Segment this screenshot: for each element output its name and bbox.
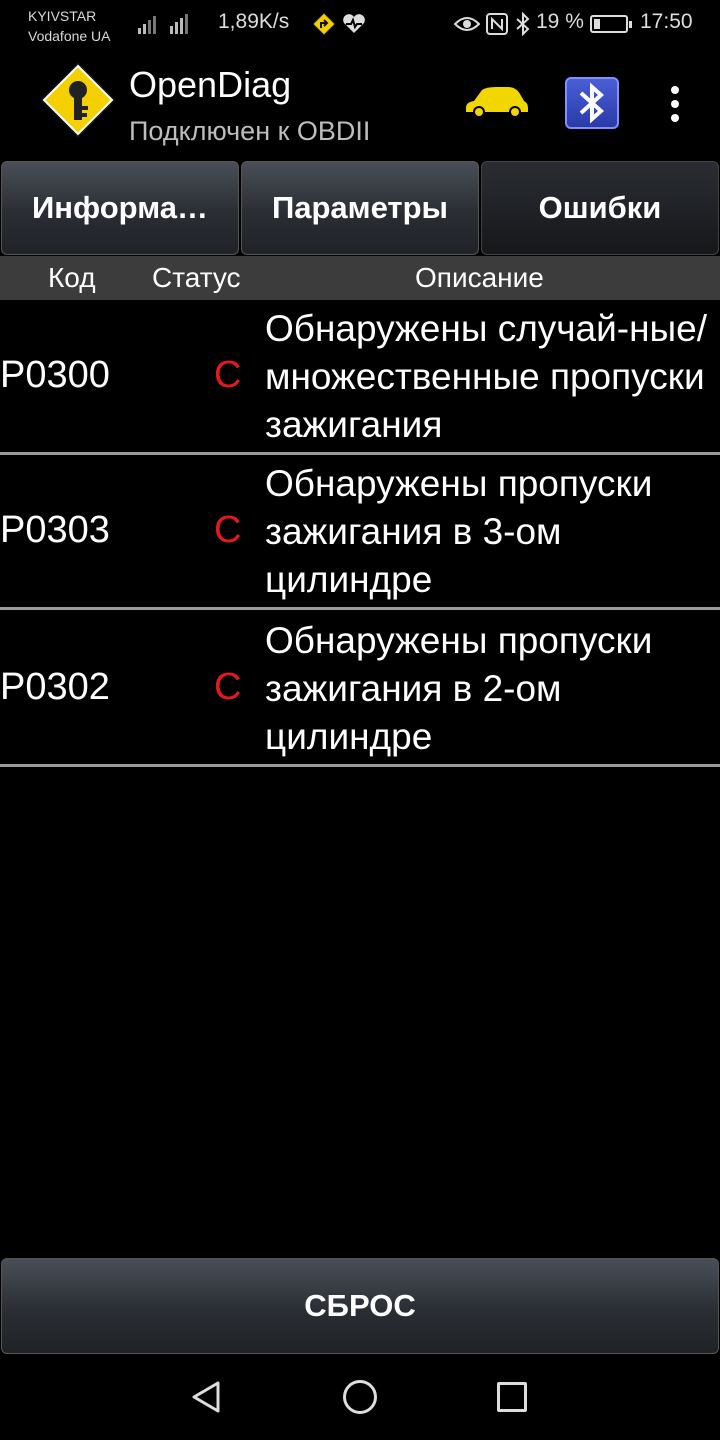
battery-fill: [594, 19, 600, 29]
error-code: P0303: [0, 509, 110, 551]
battery-percent: 19 %: [536, 10, 584, 33]
error-code: P0300: [0, 354, 110, 396]
tab-parameters[interactable]: Параметры: [241, 161, 479, 255]
net-speed: 1,89K/s: [218, 10, 290, 33]
heart-monitor-icon: [343, 14, 365, 34]
app-title: OpenDiag: [129, 64, 292, 105]
error-status: C: [214, 666, 242, 708]
signal-icon: [138, 12, 156, 34]
column-header-status: Статус: [152, 262, 241, 293]
recent-apps-icon[interactable]: [497, 1382, 527, 1412]
nfc-icon: [486, 13, 508, 35]
tab-bar: Информа… Параметры Ошибки: [0, 160, 720, 256]
error-description: Обнаружены пропуски зажигания в 2-ом цил…: [265, 620, 653, 757]
navigation-bar: [0, 1354, 720, 1440]
road-sign-icon: [312, 12, 336, 36]
signal-hplus-icon: [170, 12, 188, 34]
tab-info[interactable]: Информа…: [1, 161, 239, 255]
clock: 17:50: [640, 10, 693, 33]
carrier-names: KYIVSTAR Vodafone UA: [28, 6, 111, 46]
tab-errors[interactable]: Ошибки: [481, 161, 719, 255]
home-icon[interactable]: [343, 1380, 377, 1414]
error-status: C: [214, 509, 242, 551]
reset-button[interactable]: СБРОС: [1, 1258, 719, 1354]
carrier-1: KYIVSTAR: [28, 8, 97, 24]
bluetooth-glyph-icon: [579, 82, 604, 124]
back-icon[interactable]: [190, 1380, 224, 1414]
bluetooth-elm-icon[interactable]: [565, 77, 619, 129]
error-code: P0302: [0, 666, 110, 708]
table-row[interactable]: P0303 C Обнаружены пропуски зажигания в …: [0, 455, 720, 610]
app-logo-icon: [40, 62, 116, 138]
connection-status: Подключен к OBDII: [129, 116, 371, 146]
table-row[interactable]: P0300 C Обнаружены случай-ные/множествен…: [0, 300, 720, 455]
column-header-description: Описание: [415, 262, 544, 293]
table-row[interactable]: P0302 C Обнаружены пропуски зажигания в …: [0, 610, 720, 767]
battery-icon: [590, 15, 632, 33]
eye-icon: [454, 17, 480, 31]
app-bar: OpenDiag Подключен к OBDII: [0, 50, 720, 160]
status-bar: KYIVSTAR Vodafone UA 1,89K/s 19 % 17:50: [0, 0, 720, 50]
overflow-menu-icon[interactable]: [660, 84, 690, 124]
column-header-code: Код: [48, 262, 96, 293]
bluetooth-icon: [516, 12, 530, 36]
carrier-2: Vodafone UA: [28, 28, 111, 44]
error-description: Обнаружены случай-ные/множественные проп…: [265, 308, 708, 445]
car-icon[interactable]: [462, 82, 530, 122]
error-status: C: [214, 354, 242, 396]
error-description: Обнаружены пропуски зажигания в 3-ом цил…: [265, 463, 653, 600]
table-header: Код Статус Описание: [0, 256, 720, 300]
